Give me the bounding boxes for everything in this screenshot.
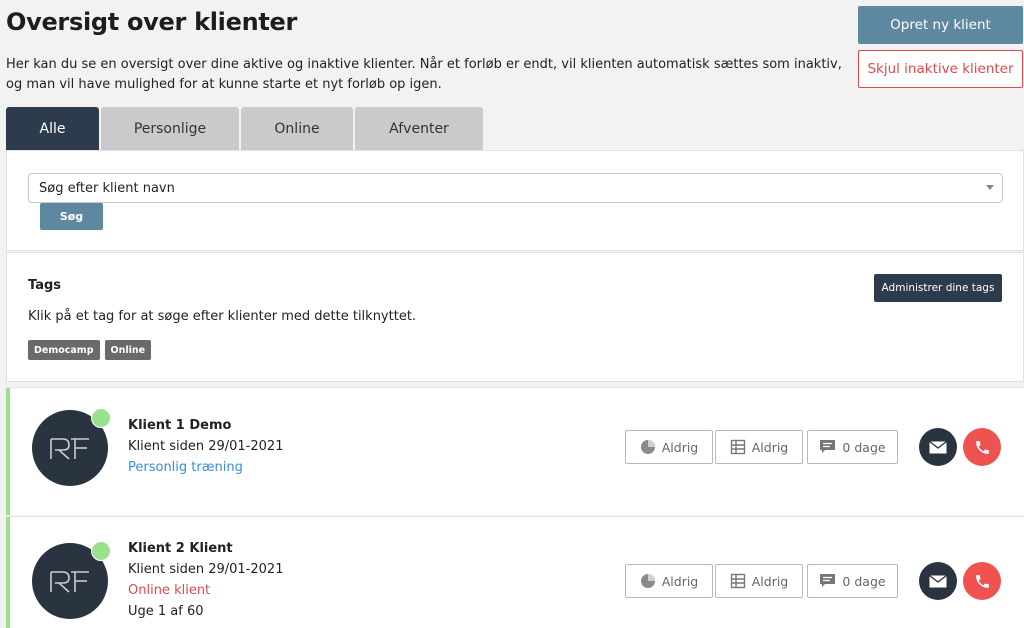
client-type-link[interactable]: Personlig træning [128, 460, 243, 475]
chat-bubble-icon [820, 440, 836, 453]
client-search-select[interactable]: Søg efter klient navn [28, 173, 1003, 203]
client-week: Uge 1 af 60 [128, 604, 204, 619]
chat-bubble-icon [820, 574, 836, 587]
pie-chart-icon [640, 574, 655, 588]
stat-progress-value: Aldrig [661, 573, 699, 589]
tab-afventer[interactable]: Afventer [355, 107, 483, 150]
stat-progress-value: Aldrig [661, 439, 699, 455]
client-row[interactable]: Klient 2 Klient Klient siden 29/01-2021 … [6, 516, 1024, 628]
logo-icon [50, 438, 89, 460]
status-indicator-bar [6, 388, 10, 515]
client-name[interactable]: Klient 2 Klient [128, 541, 233, 556]
client-row[interactable]: Klient 1 Demo Klient siden 29/01-2021 Pe… [6, 387, 1024, 515]
phone-button[interactable] [963, 562, 1001, 600]
mail-button[interactable] [919, 428, 957, 466]
tab-online[interactable]: Online [241, 107, 353, 150]
client-since: Klient siden 29/01-2021 [128, 439, 284, 454]
client-since: Klient siden 29/01-2021 [128, 562, 284, 577]
stat-table-button[interactable]: Aldrig [715, 564, 803, 598]
caret-down-icon [986, 185, 994, 190]
stat-progress-button[interactable]: Aldrig [625, 564, 713, 598]
phone-icon [975, 574, 989, 588]
search-button[interactable]: Søg [40, 203, 103, 230]
page-title: Oversigt over klienter [6, 8, 298, 36]
stat-message-button[interactable]: 0 dage [807, 564, 898, 598]
client-type-link[interactable]: Online klient [128, 583, 210, 598]
pie-chart-icon [640, 440, 655, 454]
client-tabs: Alle Personlige Online Afventer [6, 107, 483, 150]
tab-alle[interactable]: Alle [6, 107, 99, 150]
online-status-dot [91, 408, 111, 428]
table-grid-icon [730, 439, 745, 455]
manage-tags-button[interactable]: Administrer dine tags [874, 274, 1002, 302]
mail-button[interactable] [919, 562, 957, 600]
envelope-icon [929, 574, 947, 587]
stat-table-button[interactable]: Aldrig [715, 430, 803, 464]
search-select-value: Søg efter klient navn [39, 180, 175, 196]
stat-table-value: Aldrig [751, 573, 789, 589]
stat-table-value: Aldrig [751, 439, 789, 455]
stat-message-value: 0 dage [842, 573, 886, 589]
avatar[interactable] [32, 408, 111, 486]
tag-online[interactable]: Online [104, 340, 152, 360]
stat-message-button[interactable]: 0 dage [807, 430, 898, 464]
envelope-icon [929, 440, 947, 453]
tag-list: Democamp Online [28, 340, 152, 360]
tags-title: Tags [28, 278, 62, 293]
online-status-dot [91, 541, 111, 561]
create-client-button[interactable]: Opret ny klient [858, 6, 1023, 44]
tags-panel: Tags Klik på et tag for at søge efter kl… [6, 252, 1024, 382]
tags-help-text: Klik på et tag for at søge efter kliente… [28, 309, 417, 324]
phone-icon [975, 440, 989, 454]
hide-inactive-button[interactable]: Skjul inaktive klienter [858, 50, 1023, 88]
status-indicator-bar [6, 517, 10, 628]
intro-text: Her kan du se en oversigt over dine akti… [6, 57, 842, 92]
logo-icon [50, 571, 89, 593]
stat-progress-button[interactable]: Aldrig [625, 430, 713, 464]
phone-button[interactable] [963, 428, 1001, 466]
stat-message-value: 0 dage [842, 439, 886, 455]
table-grid-icon [730, 573, 745, 589]
avatar[interactable] [32, 541, 111, 619]
search-panel: Søg efter klient navn Søg [6, 150, 1024, 251]
tab-personlige[interactable]: Personlige [101, 107, 239, 150]
client-name[interactable]: Klient 1 Demo [128, 418, 231, 433]
tag-democamp[interactable]: Democamp [28, 340, 100, 360]
